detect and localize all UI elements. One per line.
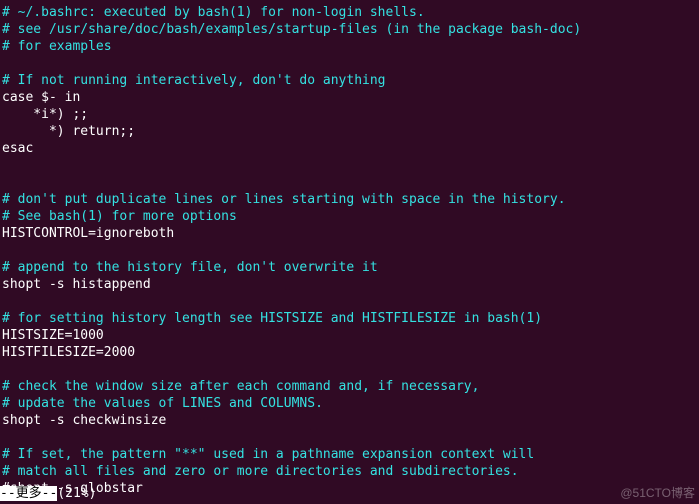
file-line: *) return;; <box>2 123 697 140</box>
file-line <box>2 157 697 174</box>
file-line <box>2 55 697 72</box>
file-line: shopt -s histappend <box>2 276 697 293</box>
file-line: #shopt -s globstar <box>2 480 697 497</box>
file-line: # If not running interactively, don't do… <box>2 72 697 89</box>
file-line <box>2 361 697 378</box>
file-line <box>2 293 697 310</box>
file-line: # check the window size after each comma… <box>2 378 697 395</box>
more-percent: (21%) <box>57 486 96 501</box>
watermark: @51CTO博客 <box>620 485 695 502</box>
file-line: # for setting history length see HISTSIZ… <box>2 310 697 327</box>
file-line: # don't put duplicate lines or lines sta… <box>2 191 697 208</box>
pager-status[interactable]: --更多--(21%) <box>0 485 96 502</box>
file-line <box>2 242 697 259</box>
file-line: esac <box>2 140 697 157</box>
file-line: HISTSIZE=1000 <box>2 327 697 344</box>
file-line <box>2 429 697 446</box>
more-prompt[interactable]: --更多-- <box>0 486 57 501</box>
file-line: shopt -s checkwinsize <box>2 412 697 429</box>
file-line: # If set, the pattern "**" used in a pat… <box>2 446 697 463</box>
file-line: # update the values of LINES and COLUMNS… <box>2 395 697 412</box>
file-line: # for examples <box>2 38 697 55</box>
file-line: HISTCONTROL=ignoreboth <box>2 225 697 242</box>
file-line: HISTFILESIZE=2000 <box>2 344 697 361</box>
pager-content: # ~/.bashrc: executed by bash(1) for non… <box>2 4 697 497</box>
file-line: # ~/.bashrc: executed by bash(1) for non… <box>2 4 697 21</box>
file-line: *i*) ;; <box>2 106 697 123</box>
terminal-window[interactable]: # ~/.bashrc: executed by bash(1) for non… <box>0 0 699 504</box>
file-line: case $- in <box>2 89 697 106</box>
file-line: # append to the history file, don't over… <box>2 259 697 276</box>
file-line: # See bash(1) for more options <box>2 208 697 225</box>
file-line: # match all files and zero or more direc… <box>2 463 697 480</box>
file-line <box>2 174 697 191</box>
file-line: # see /usr/share/doc/bash/examples/start… <box>2 21 697 38</box>
